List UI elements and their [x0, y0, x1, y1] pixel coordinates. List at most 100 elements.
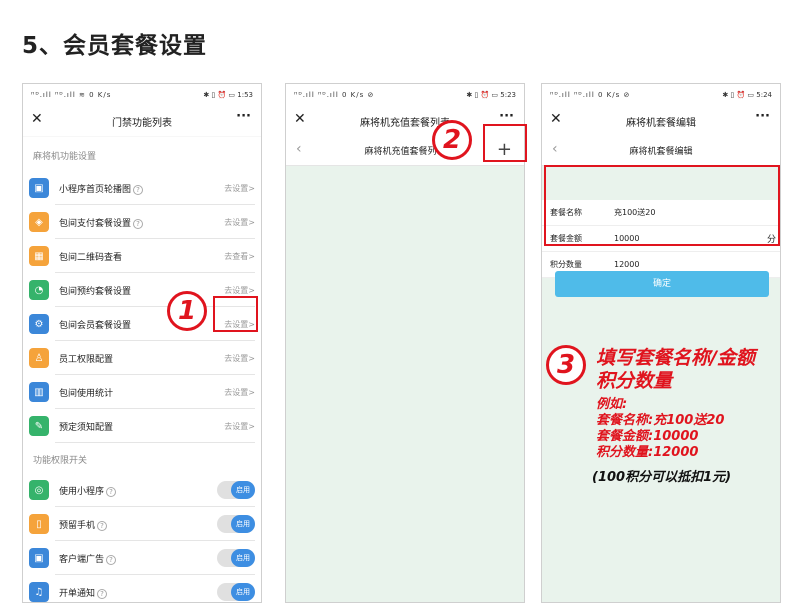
item-glyph: ▥ [34, 386, 44, 398]
item-action-link[interactable]: 去查看> [224, 251, 255, 262]
item-glyph: ✎ [34, 420, 44, 432]
item-glyph: ▯ [36, 518, 42, 530]
item-glyph: ♫ [34, 586, 44, 598]
status-right: ✱ ▯ ⏰ ▭ 5:24 [722, 91, 772, 99]
close-icon[interactable]: ✕ [294, 111, 306, 127]
back-icon[interactable]: ‹ [552, 141, 558, 157]
more-icon[interactable]: ··· [755, 109, 770, 124]
back-icon[interactable]: ‹ [296, 141, 302, 157]
close-icon[interactable]: ✕ [31, 111, 43, 127]
toggle-knob: 启用 [231, 549, 255, 567]
toggle-knob: 启用 [231, 481, 255, 499]
section-header: 功能权限开关 [33, 456, 88, 466]
enable-toggle[interactable]: 启用 [217, 481, 255, 499]
item-label: 员工权限配置 [59, 352, 113, 365]
enable-toggle[interactable]: 启用 [217, 515, 255, 533]
step3-instruction-2: 积分数量 [596, 370, 673, 392]
nav-title: 门禁功能列表 [112, 117, 172, 129]
item-label: 小程序首页轮播图? [59, 182, 144, 195]
item-action-link[interactable]: 去设置> [224, 353, 255, 364]
item-label-text: 包间支付套餐设置 [59, 218, 132, 229]
highlight-box [544, 165, 780, 246]
help-icon[interactable]: ? [106, 486, 117, 497]
item-icon: ▣ [29, 548, 49, 568]
item-icon: ◎ [29, 480, 49, 500]
item-action-link[interactable]: 去设置> [224, 183, 255, 194]
step-marker: 1 [167, 291, 207, 331]
item-icon: ♙ [29, 348, 49, 368]
highlight-box [213, 296, 258, 332]
status-left: ᴴᴰ.ıll ᴴᴰ.ıll 0 K/s ⊘ [294, 91, 375, 99]
item-glyph: ♙ [34, 352, 44, 364]
item-label-text: 客户端广告 [59, 554, 105, 565]
item-label-text: 员工权限配置 [59, 354, 114, 365]
item-label: 包间预约套餐设置 [59, 284, 131, 297]
status-bar: ᴴᴰ.ıll ᴴᴰ.ıll 0 K/s ⊘ ✱ ▯ ⏰ ▭ 5:23 [286, 84, 524, 106]
nav-title: 麻将机套餐编辑 [626, 117, 696, 129]
item-glyph: ◔ [34, 284, 44, 296]
item-icon: ♫ [29, 582, 49, 602]
example-line: 积分数量:12000 [596, 445, 699, 460]
list-item[interactable]: ▣ 小程序首页轮播图? 去设置> [23, 171, 261, 205]
step-marker: 2 [432, 120, 472, 160]
toggle-row: ♫ 开单通知? 启用 [23, 575, 261, 602]
item-action-link[interactable]: 去设置> [224, 421, 255, 432]
toggle-knob: 启用 [231, 583, 255, 601]
list-item[interactable]: ✎ 预定须知配置 去设置> [23, 409, 261, 443]
close-icon[interactable]: ✕ [550, 111, 562, 127]
more-icon[interactable]: ··· [499, 109, 514, 124]
item-label-text: 预留手机 [59, 520, 96, 531]
item-label: 包间支付套餐设置? [59, 216, 144, 229]
item-label-text: 包间使用统计 [59, 388, 114, 399]
field-value[interactable]: 12000 [614, 260, 639, 269]
item-label: 预留手机? [59, 518, 108, 531]
enable-toggle[interactable]: 启用 [217, 549, 255, 567]
help-icon[interactable]: ? [106, 554, 117, 565]
status-bar: ᴴᴰ.ıll ᴴᴰ.ıll ≋ 0 K/s ✱ ▯ ⏰ ▭ 1:53 [23, 84, 261, 106]
list-item[interactable]: ▦ 包间二维码查看 去查看> [23, 239, 261, 273]
list-item[interactable]: ♙ 员工权限配置 去设置> [23, 341, 261, 375]
item-glyph: ▣ [34, 182, 44, 194]
item-label-text: 包间预约套餐设置 [59, 286, 132, 297]
confirm-button[interactable]: 确定 [555, 271, 769, 297]
item-icon: ▯ [29, 514, 49, 534]
item-label-text: 包间二维码查看 [59, 252, 123, 263]
list-item[interactable]: ◈ 包间支付套餐设置? 去设置> [23, 205, 261, 239]
item-label-text: 包间会员套餐设置 [59, 320, 132, 331]
item-icon: ▥ [29, 382, 49, 402]
help-icon[interactable]: ? [133, 184, 144, 195]
item-action-link[interactable]: 去设置> [224, 285, 255, 296]
item-label: 包间使用统计 [59, 386, 113, 399]
item-glyph: ▣ [34, 552, 44, 564]
help-icon[interactable]: ? [133, 218, 144, 229]
help-icon[interactable]: ? [97, 520, 108, 531]
nav-bar: ✕ 麻将机套餐编辑 ··· [542, 106, 780, 136]
nav-bar: ✕ 门禁功能列表 ··· [23, 106, 261, 136]
item-label-text: 预定须知配置 [59, 422, 114, 433]
page-heading: 5、会员套餐设置 [22, 33, 208, 59]
list-item[interactable]: ▥ 包间使用统计 去设置> [23, 375, 261, 409]
item-action-link[interactable]: 去设置> [224, 217, 255, 228]
step-marker: 3 [546, 345, 586, 385]
status-left: ᴴᴰ.ıll ᴴᴰ.ıll ≋ 0 K/s [31, 91, 112, 99]
more-icon[interactable]: ··· [236, 109, 251, 124]
item-icon: ◔ [29, 280, 49, 300]
enable-toggle[interactable]: 启用 [217, 583, 255, 601]
example-note: (100积分可以抵扣1元) [592, 470, 732, 485]
item-label: 开单通知? [59, 586, 108, 599]
item-icon: ⚙ [29, 314, 49, 334]
item-icon: ▣ [29, 178, 49, 198]
item-label: 预定须知配置 [59, 420, 113, 433]
status-right: ✱ ▯ ⏰ ▭ 5:23 [466, 91, 516, 99]
help-icon[interactable]: ? [97, 588, 108, 599]
item-label: 使用小程序? [59, 484, 117, 497]
item-glyph: ▦ [34, 250, 44, 262]
phone-function-list: ᴴᴰ.ıll ᴴᴰ.ıll ≋ 0 K/s ✱ ▯ ⏰ ▭ 1:53 ✕ 门禁功能… [22, 83, 262, 603]
item-action-link[interactable]: 去设置> [224, 387, 255, 398]
item-label-text: 小程序首页轮播图 [59, 184, 132, 195]
item-icon: ▦ [29, 246, 49, 266]
item-label: 客户端广告? [59, 552, 117, 565]
sub-nav: ‹ 麻将机套餐编辑 [542, 136, 780, 166]
toggle-knob: 启用 [231, 515, 255, 533]
divider [55, 442, 255, 443]
